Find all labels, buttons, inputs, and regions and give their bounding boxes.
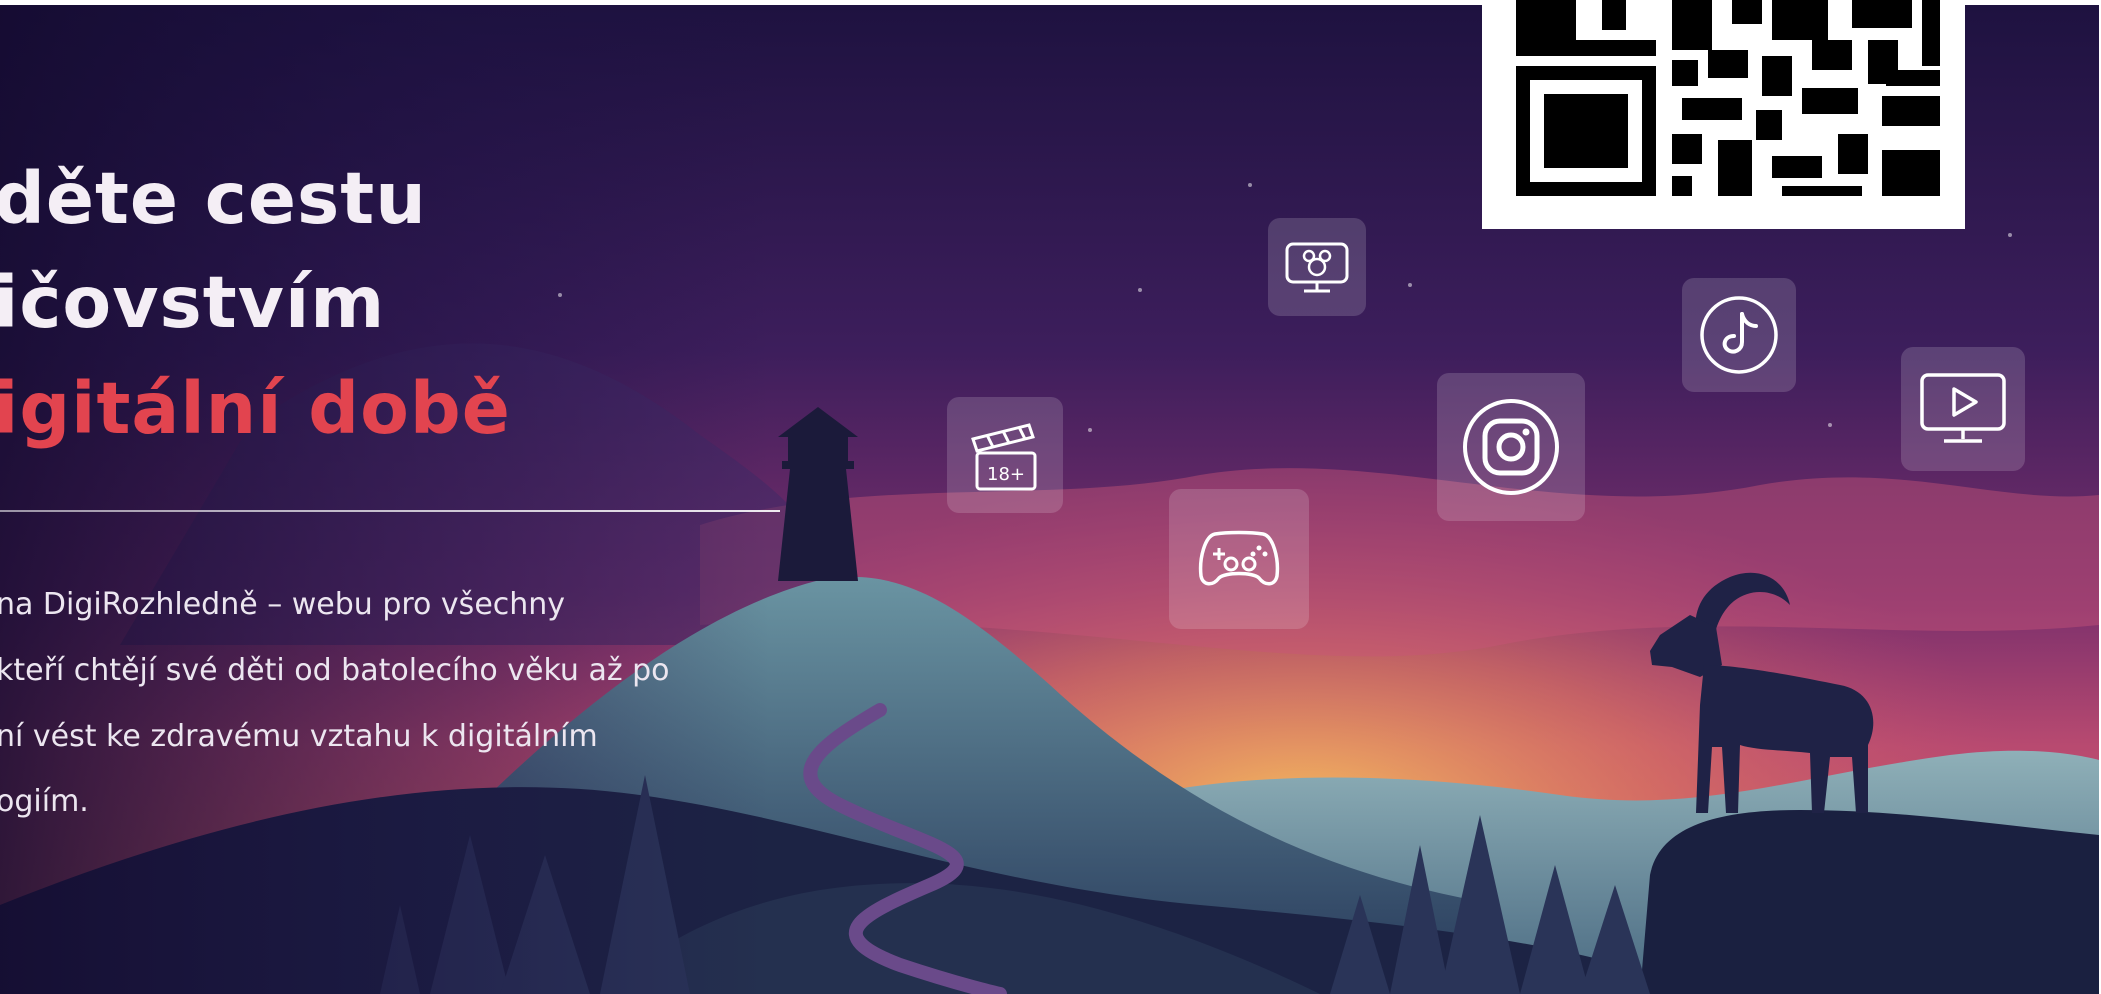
- headline-line-1: děte cestu: [0, 157, 427, 240]
- gamepad-icon: [1198, 530, 1280, 586]
- intro-text-line-3: ní vést ke zdravému vztahu k digitálním: [0, 719, 598, 754]
- intro-text-line-2: kteří chtějí své děti od batolecího věku…: [0, 653, 670, 688]
- qr-code: [1482, 0, 1965, 229]
- video-play-tile: [1901, 347, 2025, 471]
- instagram-icon: [1463, 399, 1559, 495]
- gamepad-tile: [1169, 489, 1309, 629]
- intro-text-line-4: ogiím.: [0, 784, 89, 819]
- headline-line-2: ičovstvím: [0, 261, 386, 344]
- video-play-icon: [1920, 373, 2006, 443]
- tiktok-icon: [1700, 296, 1778, 374]
- movie-rating-label: 18+: [987, 464, 1025, 485]
- headline-divider: [0, 510, 780, 512]
- tiktok-tile: [1682, 278, 1796, 392]
- headline-line-3: igitální době: [0, 367, 511, 450]
- tv-character-tile: [1268, 218, 1366, 316]
- movie-18-tile: 18+: [947, 397, 1063, 513]
- instagram-tile: [1437, 373, 1585, 521]
- intro-text-line-1: na DigiRozhledně – webu pro všechny: [0, 587, 566, 622]
- movie-18-icon: 18+: [971, 423, 1037, 491]
- tv-character-icon: [1285, 242, 1349, 293]
